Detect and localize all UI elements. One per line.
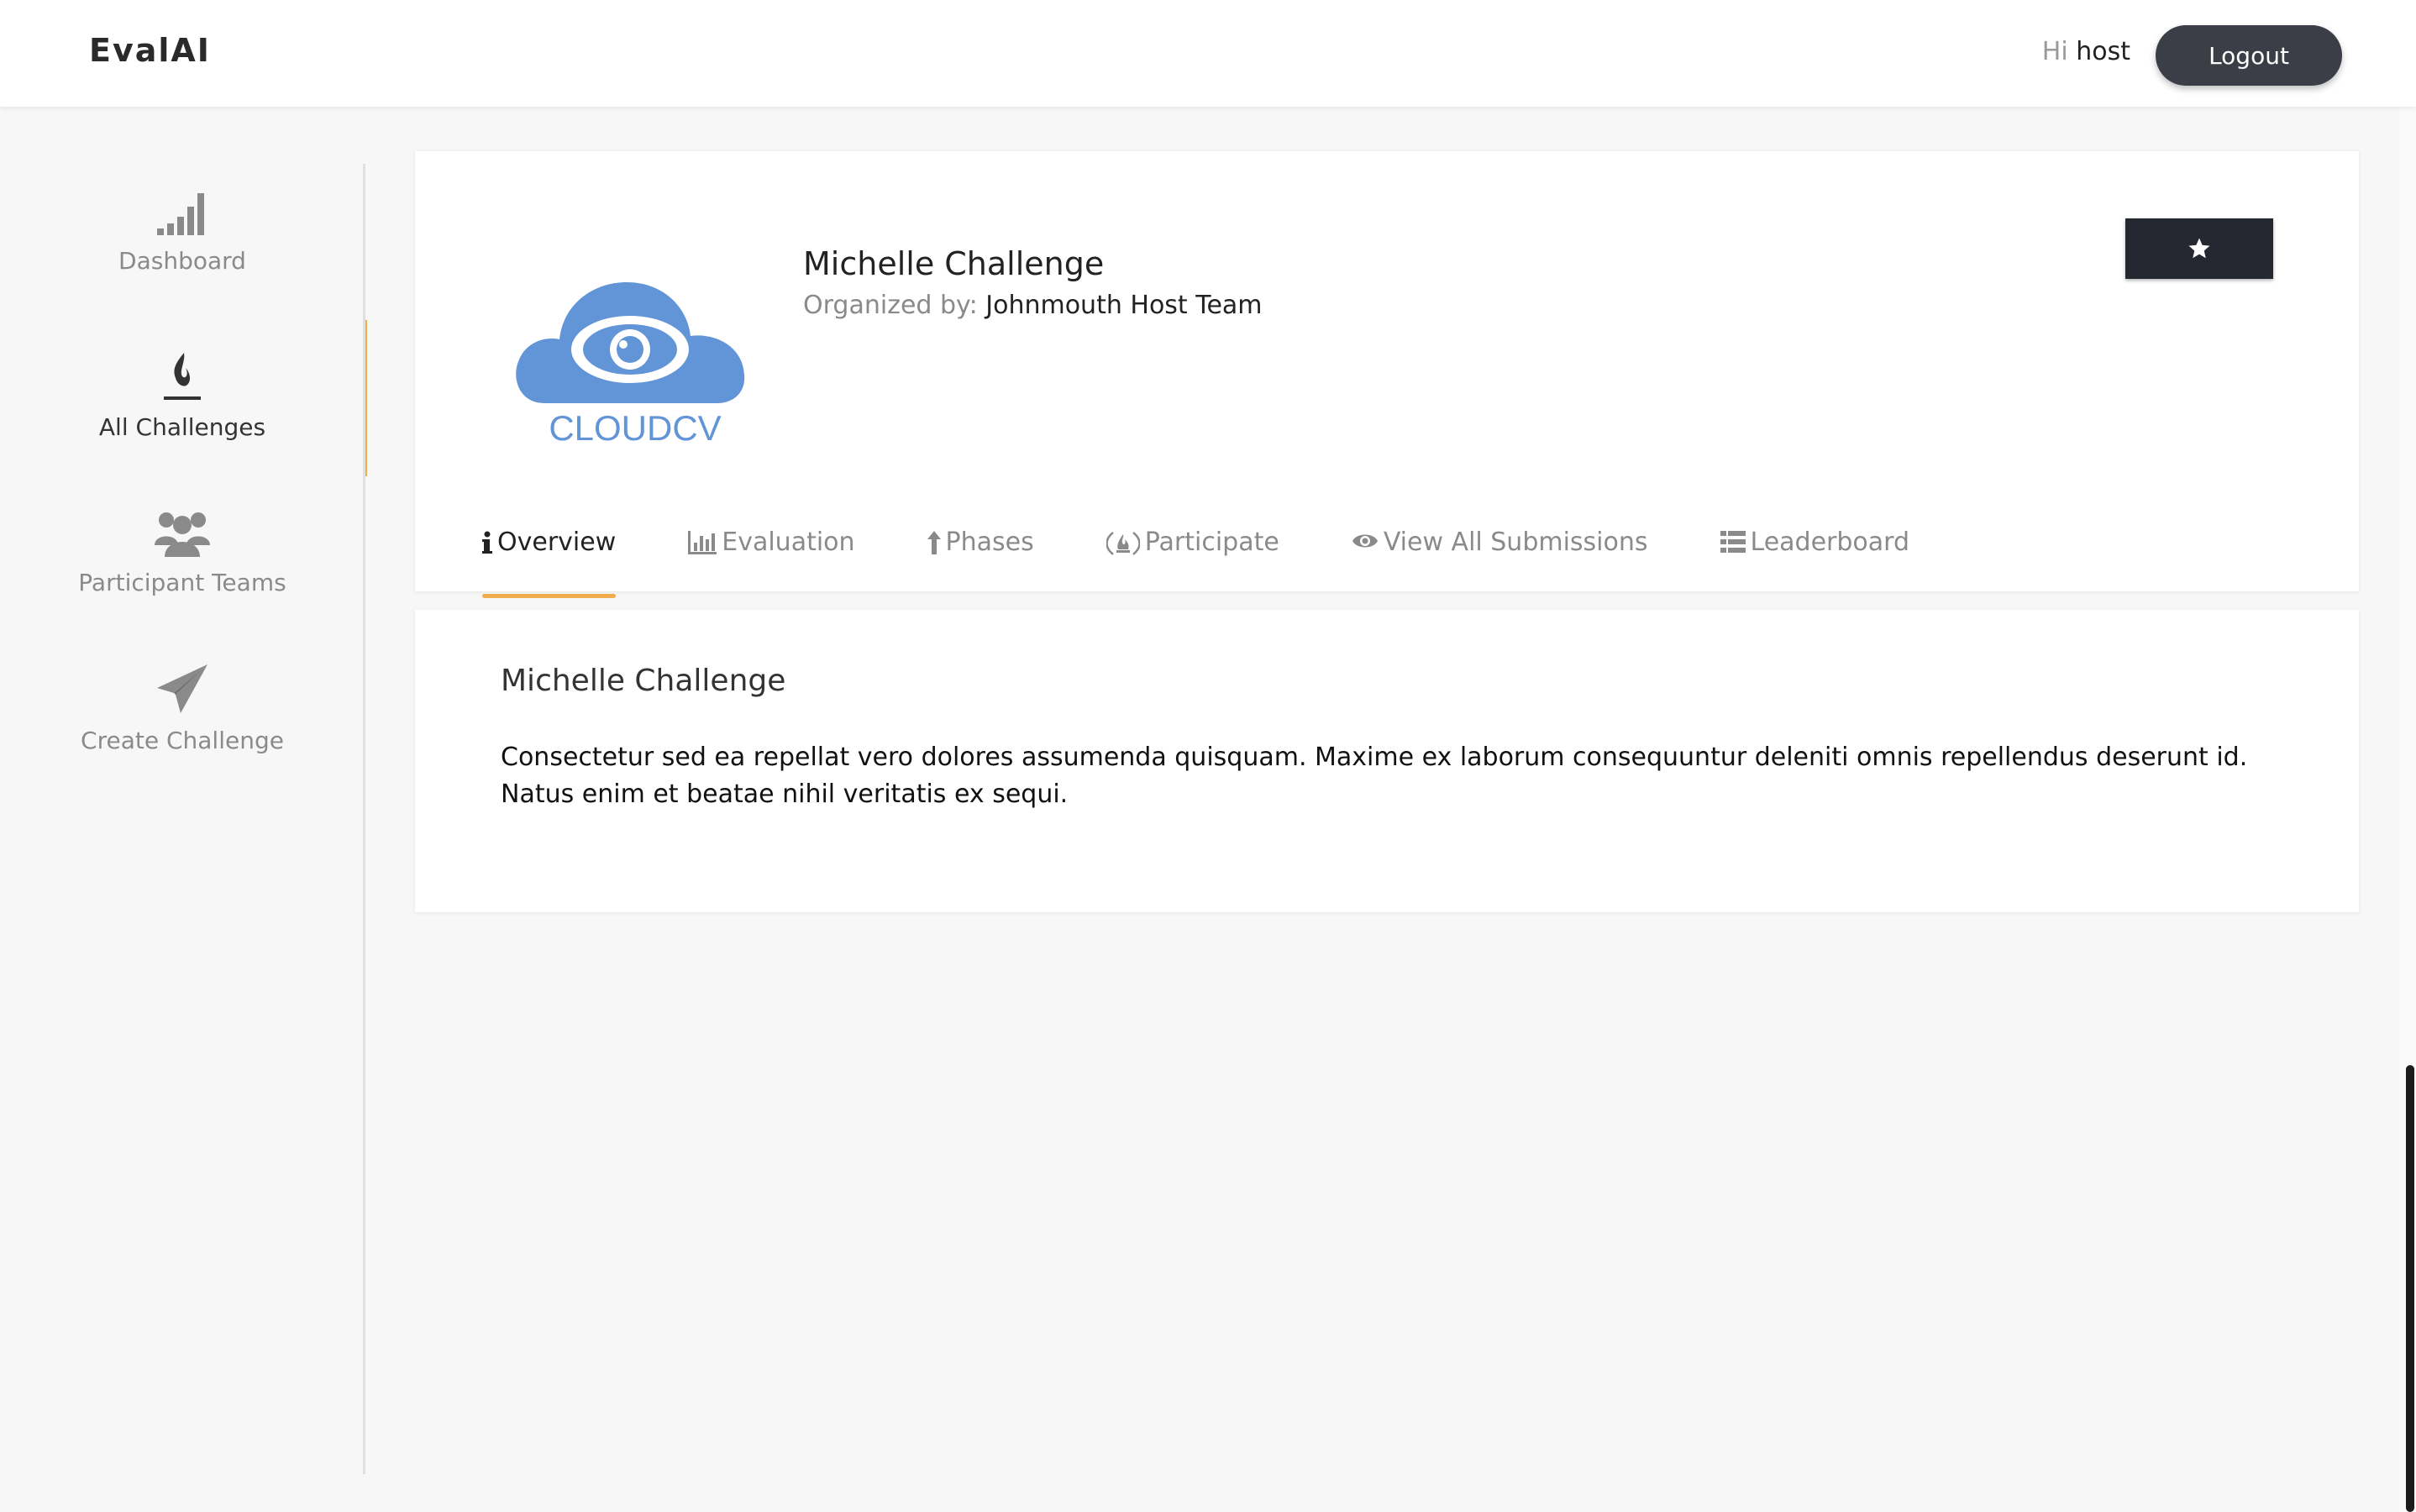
page-scrollbar[interactable]	[2399, 0, 2416, 1512]
sidebar-item-dashboard[interactable]: Dashboard	[0, 157, 365, 308]
logo-text: CLOUDCV	[549, 408, 721, 448]
tab-overview[interactable]: Overview	[482, 521, 617, 598]
flame-icon	[164, 352, 201, 400]
tab-label: Leaderboard	[1750, 528, 1910, 557]
challenge-logo: CLOUDCV	[511, 252, 754, 454]
overview-title: Michelle Challenge	[501, 664, 786, 698]
tab-label: Overview	[497, 528, 617, 557]
sidebar-item-all-challenges[interactable]: All Challenges	[0, 320, 367, 476]
arrow-up-icon	[927, 531, 941, 554]
info-icon	[482, 531, 492, 554]
sidebar-item-label: Dashboard	[118, 246, 246, 275]
greeting-label: Hi	[2041, 37, 2068, 66]
sidebar-divider	[363, 164, 365, 1474]
organized-by-label: Organized by:	[803, 291, 978, 320]
tab-evaluation[interactable]: Evaluation	[688, 521, 855, 598]
tab-label: Participate	[1144, 528, 1279, 557]
top-navbar: EvalAI Hi host Logout	[0, 0, 2416, 107]
organizer-line: Organized by: Johnmouth Host Team	[803, 291, 1263, 320]
tab-view-all-submissions[interactable]: View All Submissions	[1352, 521, 1648, 598]
tab-label: Evaluation	[722, 528, 855, 557]
user-greeting: Hi host	[2042, 37, 2130, 66]
tab-label: Phases	[945, 528, 1034, 557]
scrollbar-thumb[interactable]	[2406, 1065, 2414, 1512]
overview-card: Michelle Challenge Consectetur sed ea re…	[415, 610, 2359, 912]
eye-icon	[1352, 534, 1378, 548]
challenge-title: Michelle Challenge	[803, 245, 1105, 282]
tab-leaderboard[interactable]: Leaderboard	[1720, 521, 1910, 598]
sidebar-item-create-challenge[interactable]: Create Challenge	[0, 633, 365, 784]
overview-description: Consectetur sed ea repellat vero dolores…	[501, 743, 2248, 809]
tab-label: View All Submissions	[1383, 528, 1648, 557]
paper-plane-icon	[157, 664, 207, 713]
logout-button[interactable]: Logout	[2156, 25, 2342, 86]
organizer-name[interactable]: Johnmouth Host Team	[985, 291, 1262, 320]
sidebar: Dashboard All Challenges Participant Tea…	[0, 107, 367, 1512]
username: host	[2076, 37, 2130, 66]
signal-bars-icon	[157, 192, 204, 235]
challenge-header-card: CLOUDCV Michelle Challenge Organized by:…	[415, 151, 2359, 598]
challenge-tabs: Overview Evaluation Phases Participate V…	[482, 521, 1982, 598]
tab-phases[interactable]: Phases	[927, 521, 1034, 598]
tab-participate[interactable]: Participate	[1106, 521, 1279, 598]
star-icon	[2188, 238, 2210, 259]
sidebar-item-participant-teams[interactable]: Participant Teams	[0, 476, 365, 627]
sidebar-item-label: All Challenges	[98, 412, 266, 441]
star-button[interactable]	[2125, 218, 2273, 279]
bar-chart-icon	[688, 531, 717, 554]
sidebar-item-label: Create Challenge	[81, 726, 284, 754]
list-icon	[1720, 531, 1746, 553]
users-icon	[155, 512, 210, 557]
evalai-logo[interactable]: EvalAI	[89, 32, 211, 69]
sidebar-item-label: Participant Teams	[78, 568, 286, 596]
fire-circle-icon	[1106, 532, 1140, 555]
